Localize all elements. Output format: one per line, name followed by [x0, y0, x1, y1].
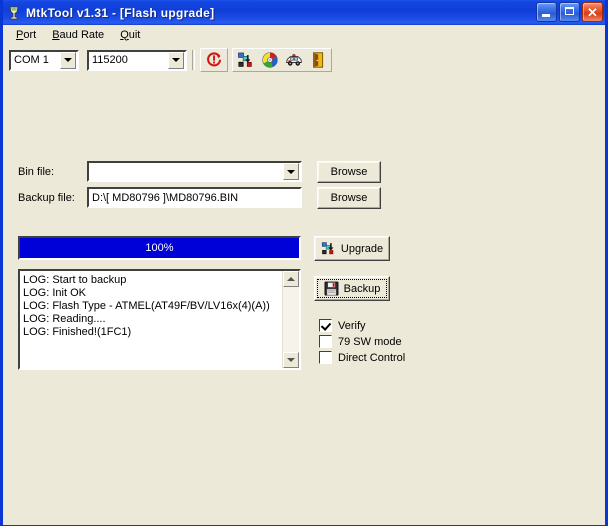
menu-item-port[interactable]: Port [8, 27, 44, 43]
scrollbar-track[interactable] [283, 287, 299, 352]
log-scrollbar[interactable] [282, 271, 299, 368]
backup-file-input[interactable]: D:\[ MD80796 ]\MD80796.BIN [87, 187, 302, 208]
floppy-disk-icon [324, 281, 339, 296]
bin-file-input[interactable] [87, 161, 302, 182]
backup-file-value: D:\[ MD80796 ]\MD80796.BIN [92, 191, 239, 204]
exit-button[interactable] [306, 49, 329, 71]
minimize-button[interactable] [536, 2, 557, 22]
upgrade-toolbar-button[interactable] [234, 49, 257, 71]
bin-file-label: Bin file: [18, 166, 55, 178]
option-verify[interactable]: Verify [319, 319, 366, 332]
toolbar-separator [192, 50, 195, 70]
scroll-down-button[interactable] [283, 352, 299, 368]
menu-item-baud-rate[interactable]: Baud Rate [44, 27, 112, 43]
log-line: LOG: Reading.... [23, 313, 106, 325]
chevron-down-icon[interactable] [60, 51, 76, 69]
sw-mode-79-checkbox[interactable] [319, 335, 332, 348]
log-lines: LOG: Start to backup LOG: Init OK LOG: Fla… [20, 271, 282, 368]
reset-icon [206, 52, 221, 67]
application-window: MtkTool v1.31 - [Flash upgrade] ✕ Port B… [0, 0, 608, 526]
disc-button[interactable] [258, 49, 281, 71]
chevron-up-icon [287, 277, 295, 281]
upgrade-button[interactable]: Upgrade [314, 236, 390, 261]
upgrade-button-label: Upgrade [340, 242, 384, 255]
client-area: Bin file: Browse Backup file: D:\[ MD807… [3, 73, 605, 525]
direct-control-checkbox[interactable] [319, 351, 332, 364]
chevron-down-icon [287, 358, 295, 362]
log-line: LOG: Start to backup [23, 274, 127, 286]
toolbar-group-reset [200, 48, 228, 72]
window-title: MtkTool v1.31 - [Flash upgrade] [26, 5, 215, 20]
toolbar-group-actions [232, 48, 332, 72]
upgrade-blocks-icon [321, 241, 336, 256]
progress-bar-text: 100% [145, 242, 174, 254]
option-direct-control[interactable]: Direct Control [319, 351, 405, 364]
close-icon: ✕ [587, 4, 598, 20]
upgrade-blocks-icon [237, 52, 252, 67]
maximize-icon [565, 7, 574, 15]
menu-item-baud-rate-label: aud Rate [59, 28, 105, 41]
option-direct-control-label: Direct Control [338, 351, 406, 364]
backup-button[interactable]: Backup [314, 276, 390, 301]
option-sw-mode-79-label: 79 SW mode [338, 335, 402, 348]
menu-item-quit[interactable]: Quit [112, 27, 148, 43]
baud-rate-select[interactable]: 115200 [87, 49, 187, 71]
scroll-up-button[interactable] [283, 271, 299, 287]
log-output[interactable]: LOG: Start to backup LOG: Init OK LOG: Fla… [18, 269, 301, 370]
bin-file-browse-label: Browse [330, 166, 368, 178]
log-line: LOG: Flash Type - ATMEL(AT49F/BV/LV16x(4… [23, 300, 270, 312]
option-sw-mode-79[interactable]: 79 SW mode [319, 335, 402, 348]
backup-file-browse-button[interactable]: Browse [317, 187, 381, 209]
baud-rate-select-value: 115200 [92, 54, 128, 66]
port-select[interactable]: COM 1 [9, 49, 79, 71]
backup-file-browse-label: Browse [330, 192, 368, 204]
reset-button[interactable] [202, 49, 225, 71]
title-bar: MtkTool v1.31 - [Flash upgrade] ✕ [3, 0, 605, 25]
menu-item-port-label: ort [23, 28, 37, 41]
log-line: LOG: Finished!(1FC1) [23, 326, 132, 338]
backup-file-label: Backup file: [18, 192, 75, 204]
toolbar: COM 1 115200 [3, 45, 605, 73]
port-select-value: COM 1 [14, 54, 49, 66]
maximize-button[interactable] [559, 2, 580, 22]
bin-file-browse-button[interactable]: Browse [317, 161, 381, 183]
progress-bar: 100% [18, 236, 301, 260]
log-line: LOG: Init OK [23, 287, 86, 299]
minimize-icon [542, 14, 550, 17]
option-verify-label: Verify [338, 319, 366, 332]
verify-checkbox[interactable] [319, 319, 332, 332]
car-icon [285, 54, 302, 66]
close-button[interactable]: ✕ [582, 2, 603, 22]
window-controls: ✕ [536, 2, 603, 22]
menu-item-quit-label: uit [128, 28, 141, 41]
exit-door-icon [312, 52, 323, 68]
chevron-down-icon[interactable] [283, 163, 299, 180]
chevron-down-icon[interactable] [168, 51, 184, 69]
cd-disc-icon [261, 52, 278, 68]
backup-button-label: Backup [343, 282, 381, 295]
menu-bar: Port Baud Rate Quit [3, 25, 605, 45]
car-button[interactable] [282, 49, 305, 71]
tool-icon [6, 5, 22, 21]
